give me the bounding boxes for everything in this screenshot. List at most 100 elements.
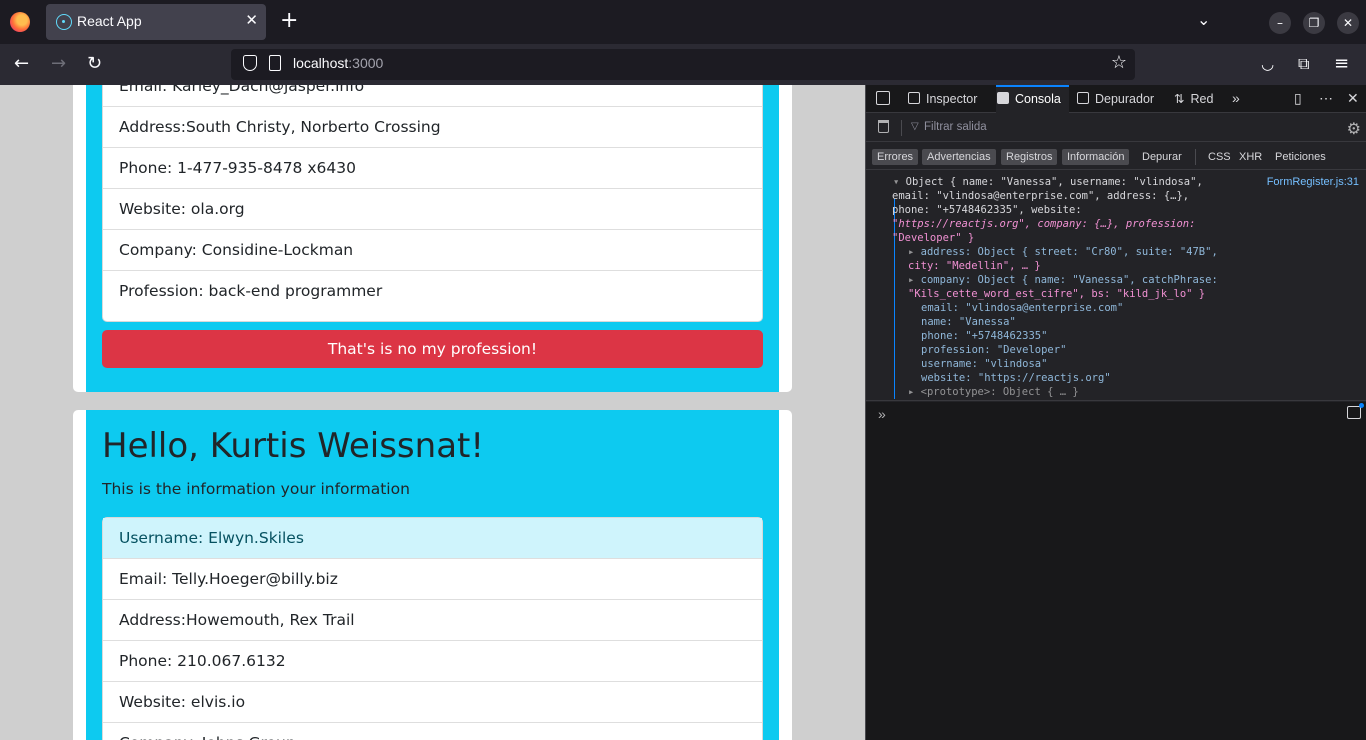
filter-debug-button[interactable]: Depurar [1137,149,1187,165]
network-arrows-icon: ⇅ [1174,92,1185,106]
pocket-icon[interactable]: ◡ [1261,53,1274,75]
close-window-icon[interactable]: ✕ [1337,12,1359,34]
filter-requests-button[interactable]: Peticiones [1270,149,1331,165]
list-item-website: Website: elvis.io [103,682,762,723]
user-card: Hello, Kurtis Weissnat! This is the info… [73,410,792,740]
list-item-email: Email: Telly.Hoeger@billy.biz [103,559,762,600]
list-item-company: Company: Johns Group [103,723,762,740]
debugger-icon [1077,92,1089,104]
dock-toggle-icon[interactable]: ▯ [1294,90,1302,107]
filter-output-input[interactable]: Filtrar salida [924,121,987,133]
console-icon [997,92,1009,104]
tree-node-profession: profession: "Developer" [921,344,1067,356]
more-tabs-icon[interactable]: » [1232,90,1240,106]
trash-icon[interactable] [878,120,889,133]
log-level-filters: Errores Advertencias Registros Informaci… [866,143,1366,170]
new-tab-button[interactable]: + [280,8,298,34]
expand-twisty-icon: ▾ [893,176,906,188]
not-my-profession-button[interactable]: That's is no my profession! [102,330,763,368]
collapsed-twisty-icon: ▸ [908,274,921,286]
tree-node-phone: phone: "+5748462335" [921,330,1048,342]
card-body: Hello, Kurtis Weissnat! This is the info… [86,410,779,740]
url-text[interactable]: localhost:3000 [293,55,383,71]
filter-icon: ▽ [911,121,919,132]
tree-node-email: email: "vlindosa@enterprise.com" [921,302,1124,314]
tree-node-name: name: "Vanessa" [921,316,1016,328]
console-filter-bar: ▽ Filtrar salida ⚙ [866,114,1366,142]
list-item-phone: Phone: 1-477-935-8478 x6430 [103,148,762,189]
divider [901,120,902,136]
react-icon [56,14,72,30]
firefox-logo-icon[interactable] [10,12,30,32]
navigation-toolbar: ← → ↻ localhost:3000 ☆ ◡ ⧉ ≡ [0,44,1366,85]
filter-xhr-button[interactable]: XHR [1234,149,1267,165]
list-tabs-chevron-icon[interactable]: ⌄ [1197,10,1210,29]
prompt-chevron-icon: » [878,406,886,422]
list-item-website: Website: ola.org [103,189,762,230]
filter-warnings-button[interactable]: Advertencias [922,149,996,165]
log-line: city: "Medellin", … } [908,260,1041,272]
console-log-entry: FormRegister.js:31 ▾ Object { name: "Van… [866,171,1366,401]
list-item-address: Address:South Christy, Norberto Crossing [103,107,762,148]
log-line: "Developer" } [892,232,975,244]
tree-node-address[interactable]: ▸ address: Object { street: "Cr80", suit… [908,245,1218,259]
tab-inspector[interactable]: Inspector [908,85,977,113]
tree-node-prototype[interactable]: ▸ <prototype>: Object { … } [908,385,1079,399]
tree-node-website: website: "https://reactjs.org" [921,372,1111,384]
tab-close-icon[interactable]: ✕ [245,11,258,29]
browser-tab[interactable]: React App ✕ [46,4,266,40]
editor-mode-icon[interactable] [1347,403,1364,419]
tab-network[interactable]: ⇅ Red [1174,85,1213,113]
filter-info-button[interactable]: Información [1062,149,1130,165]
extensions-icon[interactable]: ⧉ [1298,53,1309,75]
bookmark-star-icon[interactable]: ☆ [1111,52,1127,73]
tree-node-username: username: "vlindosa" [921,358,1048,370]
list-item-profession: Profession: back-end programmer [119,282,383,300]
tracking-shield-icon[interactable] [243,55,257,71]
info-list: Username: Elwyn.Skiles Email: Telly.Hoeg… [102,517,763,740]
filter-css-button[interactable]: CSS [1203,149,1236,165]
tab-debugger[interactable]: Depurador [1077,85,1154,113]
forward-arrow-icon[interactable]: → [51,53,66,75]
log-line: email: "vlindosa@enterprise.com", addres… [892,190,1190,202]
menu-hamburger-icon[interactable]: ≡ [1334,53,1349,75]
element-picker-icon[interactable] [876,91,890,105]
list-item-phone: Phone: 210.067.6132 [103,641,762,682]
page-viewport: Email: Karley_Dach@jasper.info Address:S… [0,85,865,740]
back-arrow-icon[interactable]: ← [14,53,29,75]
close-devtools-icon[interactable]: ✕ [1347,90,1359,107]
devtools-toolbar: Inspector Consola Depurador ⇅ Red » ▯ ⋯ ✕ [866,85,1366,113]
more-options-icon[interactable]: ⋯ [1319,90,1333,107]
user-card: Email: Karley_Dach@jasper.info Address:S… [73,85,792,392]
list-item-username: Username: Elwyn.Skiles [103,518,762,559]
filter-errors-button[interactable]: Errores [872,149,919,165]
log-line: "https://reactjs.org", company: {…}, pro… [892,218,1196,230]
log-line: "Kils_cette_word_est_cifre", bs: "kild_j… [908,288,1206,300]
tab-console[interactable]: Consola [996,85,1069,113]
tree-node-company[interactable]: ▸ company: Object { name: "Vanessa", cat… [908,273,1218,287]
page-info-icon[interactable] [269,55,281,71]
url-bar[interactable]: localhost:3000 ☆ [231,49,1135,80]
divider [1195,149,1196,165]
list-item-company: Company: Considine-Lockman [103,230,762,271]
filter-logs-button[interactable]: Registros [1001,149,1058,165]
list-item-address: Address:Howemouth, Rex Trail [103,600,762,641]
gear-icon[interactable]: ⚙ [1347,119,1361,139]
minimize-icon[interactable]: – [1269,12,1291,34]
devtools-panel: Inspector Consola Depurador ⇅ Red » ▯ ⋯ ✕… [865,85,1366,740]
restore-icon[interactable]: ❐ [1303,12,1325,34]
log-source-link[interactable]: FormRegister.js:31 [1267,175,1359,189]
log-object-header[interactable]: ▾ Object { name: "Vanessa", username: "v… [893,175,1203,189]
log-line: phone: "+5748462335", website: [892,204,1082,216]
console-input-area[interactable]: » [866,402,1366,740]
greeting-heading: Hello, Kurtis Weissnat! [102,426,484,466]
list-item-email: Email: Karley_Dach@jasper.info [103,85,762,107]
inspector-icon [908,92,920,104]
card-body: Email: Karley_Dach@jasper.info Address:S… [86,85,779,392]
collapsed-twisty-icon: ▸ [908,386,921,398]
tab-bar: React App ✕ + ⌄ – ❐ ✕ [0,0,1366,44]
reload-icon[interactable]: ↻ [87,53,102,75]
tab-title: React App [77,13,142,29]
card-subtitle: This is the information your information [102,480,410,498]
info-list: Email: Karley_Dach@jasper.info Address:S… [102,85,763,322]
